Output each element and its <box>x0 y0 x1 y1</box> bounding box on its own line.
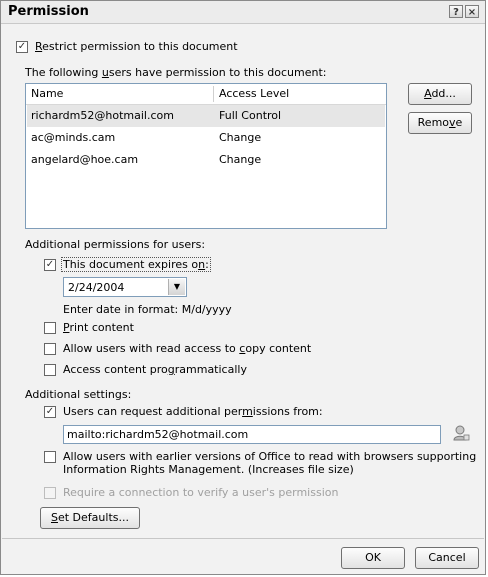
programmatic-access-checkbox[interactable] <box>44 364 56 376</box>
close-button[interactable]: × <box>465 5 479 18</box>
check-icon: ✓ <box>45 406 55 417</box>
expires-checkbox[interactable]: ✓ <box>44 259 56 271</box>
users-list[interactable]: Name Access Level richardm52@hotmail.com… <box>25 83 387 229</box>
require-connection-checkbox[interactable] <box>44 487 56 499</box>
column-header-access-level[interactable]: Access Level <box>219 87 289 100</box>
user-access-level: Full Control <box>219 109 282 122</box>
chevron-down-icon[interactable]: ▼ <box>168 279 185 295</box>
request-permissions-label[interactable]: Users can request additional permissions… <box>63 405 323 418</box>
permission-dialog: Permission ? × ✓ Restrict permission to … <box>0 0 486 575</box>
older-versions-checkbox[interactable] <box>44 451 56 463</box>
users-list-header: Name Access Level <box>26 84 386 105</box>
help-button[interactable]: ? <box>449 5 463 18</box>
user-access-level: Change <box>219 131 262 144</box>
restrict-permission-label[interactable]: Restrict permission to this document <box>35 40 238 53</box>
dialog-title: Permission <box>8 4 89 19</box>
add-button[interactable]: Add... <box>408 83 472 105</box>
users-heading: The following users have permission to t… <box>25 66 327 79</box>
date-format-hint: Enter date in format: M/d/yyyy <box>63 303 232 316</box>
check-icon: ✓ <box>17 41 27 52</box>
request-permissions-value: mailto:richardm52@hotmail.com <box>67 428 249 441</box>
set-defaults-button[interactable]: Set Defaults... <box>40 507 140 529</box>
address-book-icon[interactable] <box>452 424 470 442</box>
expiry-date-dropdown[interactable]: 2/24/2004 ▼ <box>63 277 187 297</box>
user-row[interactable]: ac@minds.cam Change <box>27 127 385 149</box>
check-icon: ✓ <box>45 259 55 270</box>
user-row[interactable]: angelard@hoe.cam Change <box>27 149 385 171</box>
print-content-label[interactable]: Print content <box>63 321 134 334</box>
additional-settings-heading: Additional settings: <box>25 388 132 401</box>
older-versions-label-line2[interactable]: Information Rights Management. (Increase… <box>63 463 354 476</box>
title-bar: Permission ? × <box>1 1 485 24</box>
programmatic-access-label[interactable]: Access content programmatically <box>63 363 247 376</box>
user-name: ac@minds.cam <box>31 131 116 144</box>
require-connection-label[interactable]: Require a connection to verify a user's … <box>63 486 338 499</box>
expires-label[interactable]: This document expires on: <box>61 257 211 272</box>
ok-button[interactable]: OK <box>341 547 405 569</box>
request-permissions-input[interactable]: mailto:richardm52@hotmail.com <box>63 425 441 444</box>
request-permissions-checkbox[interactable]: ✓ <box>44 406 56 418</box>
print-content-checkbox[interactable] <box>44 322 56 334</box>
remove-button[interactable]: Remove <box>408 112 472 134</box>
restrict-permission-checkbox[interactable]: ✓ <box>16 41 28 53</box>
user-name: richardm52@hotmail.com <box>31 109 174 122</box>
cancel-button[interactable]: Cancel <box>415 547 479 569</box>
copy-content-checkbox[interactable] <box>44 343 56 355</box>
column-divider[interactable] <box>213 86 214 102</box>
footer-divider <box>2 538 484 539</box>
older-versions-label-line1[interactable]: Allow users with earlier versions of Off… <box>63 450 476 463</box>
user-name: angelard@hoe.cam <box>31 153 139 166</box>
user-row[interactable]: richardm52@hotmail.com Full Control <box>27 105 385 127</box>
expiry-date-value: 2/24/2004 <box>68 281 125 294</box>
copy-content-label[interactable]: Allow users with read access to copy con… <box>63 342 311 355</box>
additional-permissions-heading: Additional permissions for users: <box>25 238 206 251</box>
column-header-name[interactable]: Name <box>31 87 63 100</box>
user-access-level: Change <box>219 153 262 166</box>
